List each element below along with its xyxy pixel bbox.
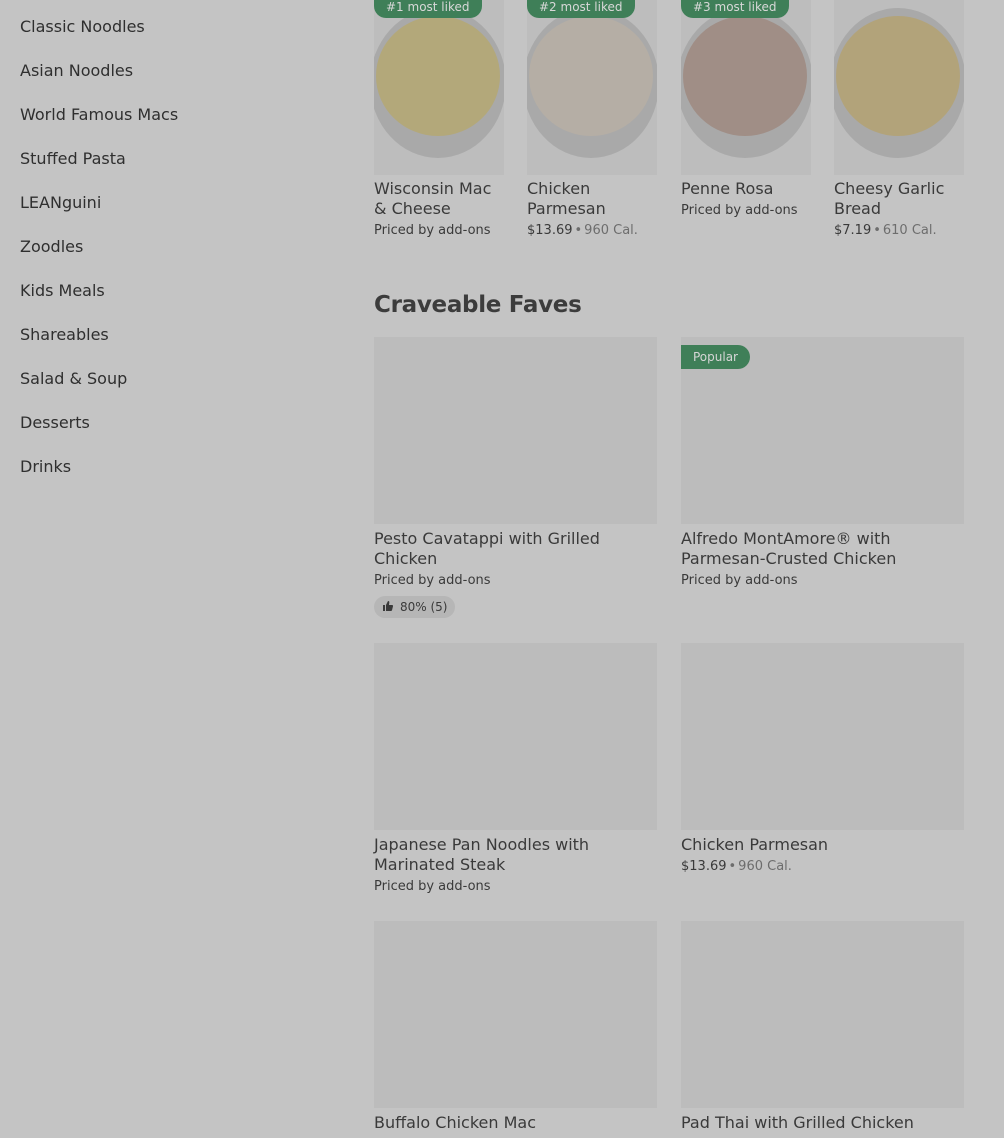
- item-calories: 960 Cal.: [738, 859, 792, 874]
- item-title: Buffalo Chicken Mac: [374, 1113, 536, 1132]
- item-title: Cheesy Garlic Bread: [834, 179, 945, 218]
- item-calories: 610 Cal.: [882, 223, 937, 238]
- item-price: $13.69: [681, 859, 727, 874]
- food-image: [681, 921, 964, 1108]
- item-title: Chicken Parmesan: [681, 835, 829, 854]
- item-price: $13.69: [527, 223, 573, 238]
- item-title: Chicken Parmesan: [527, 179, 606, 218]
- rating-badge: 80% (5): [374, 596, 456, 618]
- thumbs-up-icon: [383, 601, 394, 611]
- sidebar-item-asian-noodles[interactable]: Asian Noodles: [20, 61, 133, 81]
- item-price-note: Priced by add-ons: [374, 223, 491, 238]
- item-price-note: Priced by add-ons: [681, 573, 798, 588]
- rating-value: 80% (5): [400, 600, 448, 614]
- sidebar-item-salad-soup[interactable]: Salad & Soup: [20, 369, 127, 389]
- item-price-note: Priced by add-ons: [374, 879, 491, 894]
- sidebar-item-world-famous-macs[interactable]: World Famous Macs: [20, 105, 178, 125]
- sidebar-item-classic-noodles[interactable]: Classic Noodles: [20, 17, 145, 37]
- separator: •: [728, 859, 737, 874]
- item-calories: 960 Cal.: [584, 223, 638, 238]
- food-image: Popular: [681, 337, 964, 524]
- item-price: $7.19: [834, 223, 872, 238]
- item-title: Japanese Pan Noodles with Marinated Stea…: [374, 835, 590, 874]
- sidebar-item-kids-meals[interactable]: Kids Meals: [20, 281, 105, 301]
- popular-badge: Popular: [681, 345, 750, 369]
- food-image: [374, 0, 504, 175]
- food-image: [527, 0, 657, 175]
- food-image: [681, 0, 811, 175]
- separator: •: [873, 223, 881, 238]
- sidebar-item-shareables[interactable]: Shareables: [20, 325, 109, 345]
- item-title: Alfredo MontAmore® with Parmesan-Crusted…: [681, 529, 897, 568]
- sidebar-item-drinks[interactable]: Drinks: [20, 457, 71, 477]
- food-image: [374, 643, 657, 830]
- sidebar-item-desserts[interactable]: Desserts: [20, 413, 90, 433]
- item-price-line: $7.19 • 610 Cal.: [834, 223, 937, 239]
- food-image: [374, 337, 657, 524]
- food-image: [834, 0, 964, 175]
- item-title: Wisconsin Mac & Cheese: [374, 179, 492, 218]
- sidebar-item-leanguini[interactable]: LEANguini: [20, 193, 101, 213]
- item-price-note: Priced by add-ons: [374, 573, 491, 588]
- sidebar-item-zoodles[interactable]: Zoodles: [20, 237, 83, 257]
- most-liked-badge: #3 most liked: [681, 0, 789, 18]
- food-image: [681, 643, 964, 830]
- most-liked-badge: #2 most liked: [527, 0, 635, 18]
- sidebar-item-stuffed-pasta[interactable]: Stuffed Pasta: [20, 149, 126, 169]
- item-price-line: $13.69 • 960 Cal.: [527, 223, 638, 239]
- item-price-note: Priced by add-ons: [681, 203, 798, 218]
- item-price-line: $13.69 • 960 Cal.: [681, 859, 792, 875]
- section-title: Craveable Faves: [374, 292, 582, 318]
- separator: •: [574, 223, 583, 238]
- item-title: Pad Thai with Grilled Chicken: [681, 1113, 914, 1132]
- most-liked-badge: #1 most liked: [374, 0, 482, 18]
- item-title: Pesto Cavatappi with Grilled Chicken: [374, 529, 600, 568]
- food-image: [374, 921, 657, 1108]
- item-title: Penne Rosa: [681, 179, 774, 198]
